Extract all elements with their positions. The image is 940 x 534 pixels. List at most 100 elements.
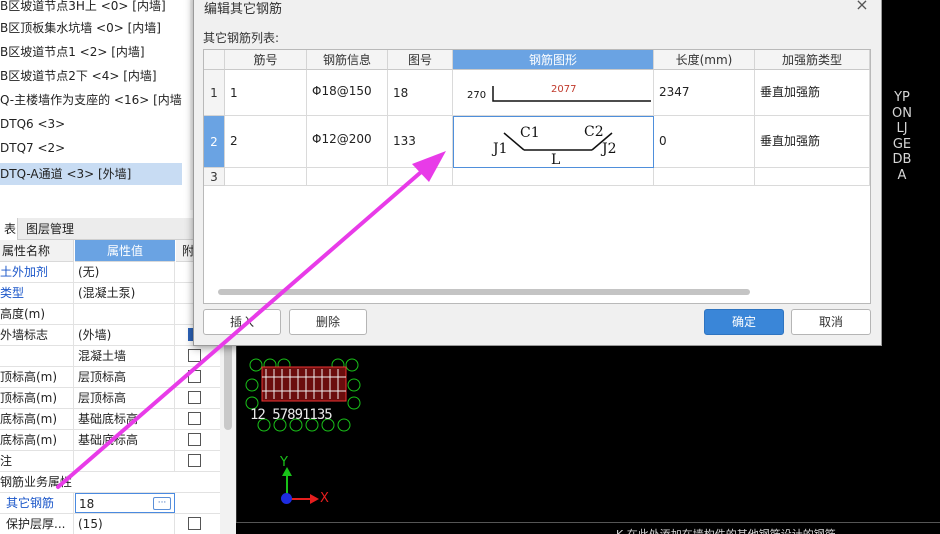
insert-button[interactable]: 插入 xyxy=(203,309,281,335)
cell-bar-number[interactable]: 2 xyxy=(225,116,307,168)
property-value[interactable]: 基础底标高 xyxy=(75,430,175,450)
property-value[interactable]: 混凝土墙 xyxy=(75,346,175,366)
property-checkbox[interactable] xyxy=(188,370,201,383)
property-group-row[interactable]: 钢筋业务属性 xyxy=(0,472,220,493)
property-group-label: 钢筋业务属性 xyxy=(0,475,73,489)
tab-layer-management[interactable]: 图层管理 xyxy=(22,218,78,240)
property-checkbox[interactable] xyxy=(188,349,201,362)
cell-figure-number[interactable] xyxy=(388,168,453,186)
cell-rebar-shape[interactable] xyxy=(453,168,654,186)
ellipsis-button[interactable]: ··· xyxy=(153,497,171,510)
property-checkbox[interactable] xyxy=(188,454,201,467)
close-icon[interactable]: × xyxy=(853,0,871,14)
property-name: 顶标高(m) xyxy=(0,367,74,387)
row-number[interactable]: 3 xyxy=(204,168,225,186)
property-name: 注 xyxy=(0,451,74,471)
header-bar-number[interactable]: 筋号 xyxy=(225,50,307,70)
header-property-name: 属性名称 xyxy=(0,240,74,262)
property-row[interactable]: 保护层厚... (15) xyxy=(0,514,220,534)
cell-rebar-shape[interactable]: 270 2077 xyxy=(453,70,654,116)
property-checkbox[interactable] xyxy=(188,412,201,425)
property-checkbox[interactable] xyxy=(188,517,201,530)
cad-axis-numbers: 12 57891135 xyxy=(250,407,333,423)
tab-properties[interactable]: 表 xyxy=(0,218,18,240)
property-row[interactable]: 底标高(m) 基础底标高 xyxy=(0,430,220,451)
property-name xyxy=(0,346,74,366)
property-row[interactable]: 高度(m) xyxy=(0,304,220,325)
property-row[interactable]: 外墙标志 (外墙) xyxy=(0,325,220,346)
cad-canvas[interactable]: 12 57891135 Y X xyxy=(236,345,940,534)
property-value: 18 xyxy=(79,497,95,511)
ok-button[interactable]: 确定 xyxy=(704,309,784,335)
property-value[interactable]: (无) xyxy=(75,262,175,282)
shape-j1: J1 xyxy=(491,141,508,157)
property-value[interactable]: 层顶标高 xyxy=(75,388,175,408)
header-rebar-info[interactable]: 钢筋信息 xyxy=(307,50,388,70)
cell-figure-number[interactable]: 133 xyxy=(388,116,453,168)
row-number[interactable]: 1 xyxy=(204,70,225,116)
header-figure-number[interactable]: 图号 xyxy=(388,50,453,70)
property-row-editing[interactable]: 其它钢筋 18 ··· xyxy=(0,493,220,514)
cell-rebar-info[interactable] xyxy=(307,168,388,186)
scrollbar-thumb[interactable] xyxy=(218,289,750,295)
cancel-button[interactable]: 取消 xyxy=(791,309,871,335)
cell-bar-number[interactable] xyxy=(225,168,307,186)
shape-left-dim: 270 xyxy=(467,90,486,101)
property-value[interactable]: 层顶标高 xyxy=(75,367,175,387)
header-reinforcement-type[interactable]: 加强筋类型 xyxy=(755,50,870,70)
cell-length[interactable]: 2347 xyxy=(654,70,755,116)
cell-reinforcement-type[interactable]: 垂直加强筋 xyxy=(755,116,870,168)
shape-mid-dim: 2077 xyxy=(551,84,576,95)
header-corner xyxy=(204,50,225,70)
property-name: 外墙标志 xyxy=(0,325,74,345)
property-row[interactable]: 顶标高(m) 层顶标高 xyxy=(0,388,220,409)
property-value[interactable]: (15) xyxy=(75,514,175,534)
cell-rebar-info[interactable]: Φ18@150 xyxy=(307,70,388,116)
property-name: 类型 xyxy=(0,283,74,303)
header-rebar-shape[interactable]: 钢筋图形 xyxy=(453,50,654,70)
cell-length[interactable] xyxy=(654,168,755,186)
cell-reinforcement-type[interactable]: 垂直加强筋 xyxy=(755,70,870,116)
property-row[interactable]: 类型 (混凝土泵) xyxy=(0,283,220,304)
property-name: 土外加剂 xyxy=(0,262,74,282)
property-row[interactable]: 注 xyxy=(0,451,220,472)
property-row[interactable]: 混凝土墙 xyxy=(0,346,220,367)
property-row[interactable]: 底标高(m) 基础底标高 xyxy=(0,409,220,430)
cell-length[interactable]: 0 xyxy=(654,116,755,168)
property-value[interactable]: 基础底标高 xyxy=(75,409,175,429)
row-number-selected[interactable]: 2 xyxy=(204,116,225,168)
property-value[interactable]: (外墙) xyxy=(75,325,175,345)
shape-c1: C1 xyxy=(520,125,540,141)
tree-item-selected[interactable]: DTQ-A通道 <3> [外墙] xyxy=(0,163,182,185)
other-rebar-value-field[interactable]: 18 ··· xyxy=(75,493,175,513)
property-checkbox[interactable] xyxy=(188,433,201,446)
cell-rebar-shape-selected[interactable]: C1 C2 J1 J2 L xyxy=(453,116,654,168)
property-checkbox[interactable] xyxy=(188,391,201,404)
edit-other-rebar-dialog: 编辑其它钢筋 × 其它钢筋列表: 筋号 钢筋信息 图号 钢筋图形 长度(mm) … xyxy=(193,0,882,346)
tree-item[interactable]: B区顶板集水坑墙 <0> [内墙] xyxy=(0,17,182,39)
delete-button[interactable]: 删除 xyxy=(289,309,367,335)
property-name: 底标高(m) xyxy=(0,430,74,450)
property-value[interactable] xyxy=(75,451,175,471)
table-horizontal-scrollbar[interactable] xyxy=(212,285,862,299)
property-value[interactable]: (混凝土泵) xyxy=(75,283,175,303)
header-length[interactable]: 长度(mm) xyxy=(654,50,755,70)
cell-rebar-info[interactable]: Φ12@200 xyxy=(307,116,388,168)
tree-item[interactable]: DTQ6 <3> xyxy=(0,113,182,135)
property-row[interactable]: 顶标高(m) 层顶标高 xyxy=(0,367,220,388)
cad-right-strip: YPONLJGEDBA xyxy=(882,0,940,345)
rebar-shape-bent-icon: C1 C2 J1 J2 L xyxy=(491,124,617,167)
tree-item[interactable]: Q-主楼墙作为支座的 <16> [内墙] xyxy=(0,89,182,111)
cell-reinforcement-type[interactable] xyxy=(755,168,870,186)
tree-item[interactable]: DTQ7 <2> xyxy=(0,137,182,159)
tree-item[interactable]: B区坡道节点1 <2> [内墙] xyxy=(0,41,182,63)
cell-bar-number[interactable]: 1 xyxy=(225,70,307,116)
property-row[interactable]: 土外加剂 (无) xyxy=(0,262,220,283)
tree-item[interactable]: B区坡道节点3H上 <0> [内墙] xyxy=(0,0,182,17)
property-name: 底标高(m) xyxy=(0,409,74,429)
property-value[interactable] xyxy=(75,304,175,324)
tree-item[interactable]: B区坡道节点2下 <4> [内墙] xyxy=(0,65,182,87)
component-tree: B区坡道节点3H上 <0> [内墙] B区顶板集水坑墙 <0> [内墙] B区坡… xyxy=(0,0,190,195)
status-text: K 在此处添加在墙构件的其他钢筋设计的钢筋 xyxy=(616,526,836,534)
cell-figure-number[interactable]: 18 xyxy=(388,70,453,116)
